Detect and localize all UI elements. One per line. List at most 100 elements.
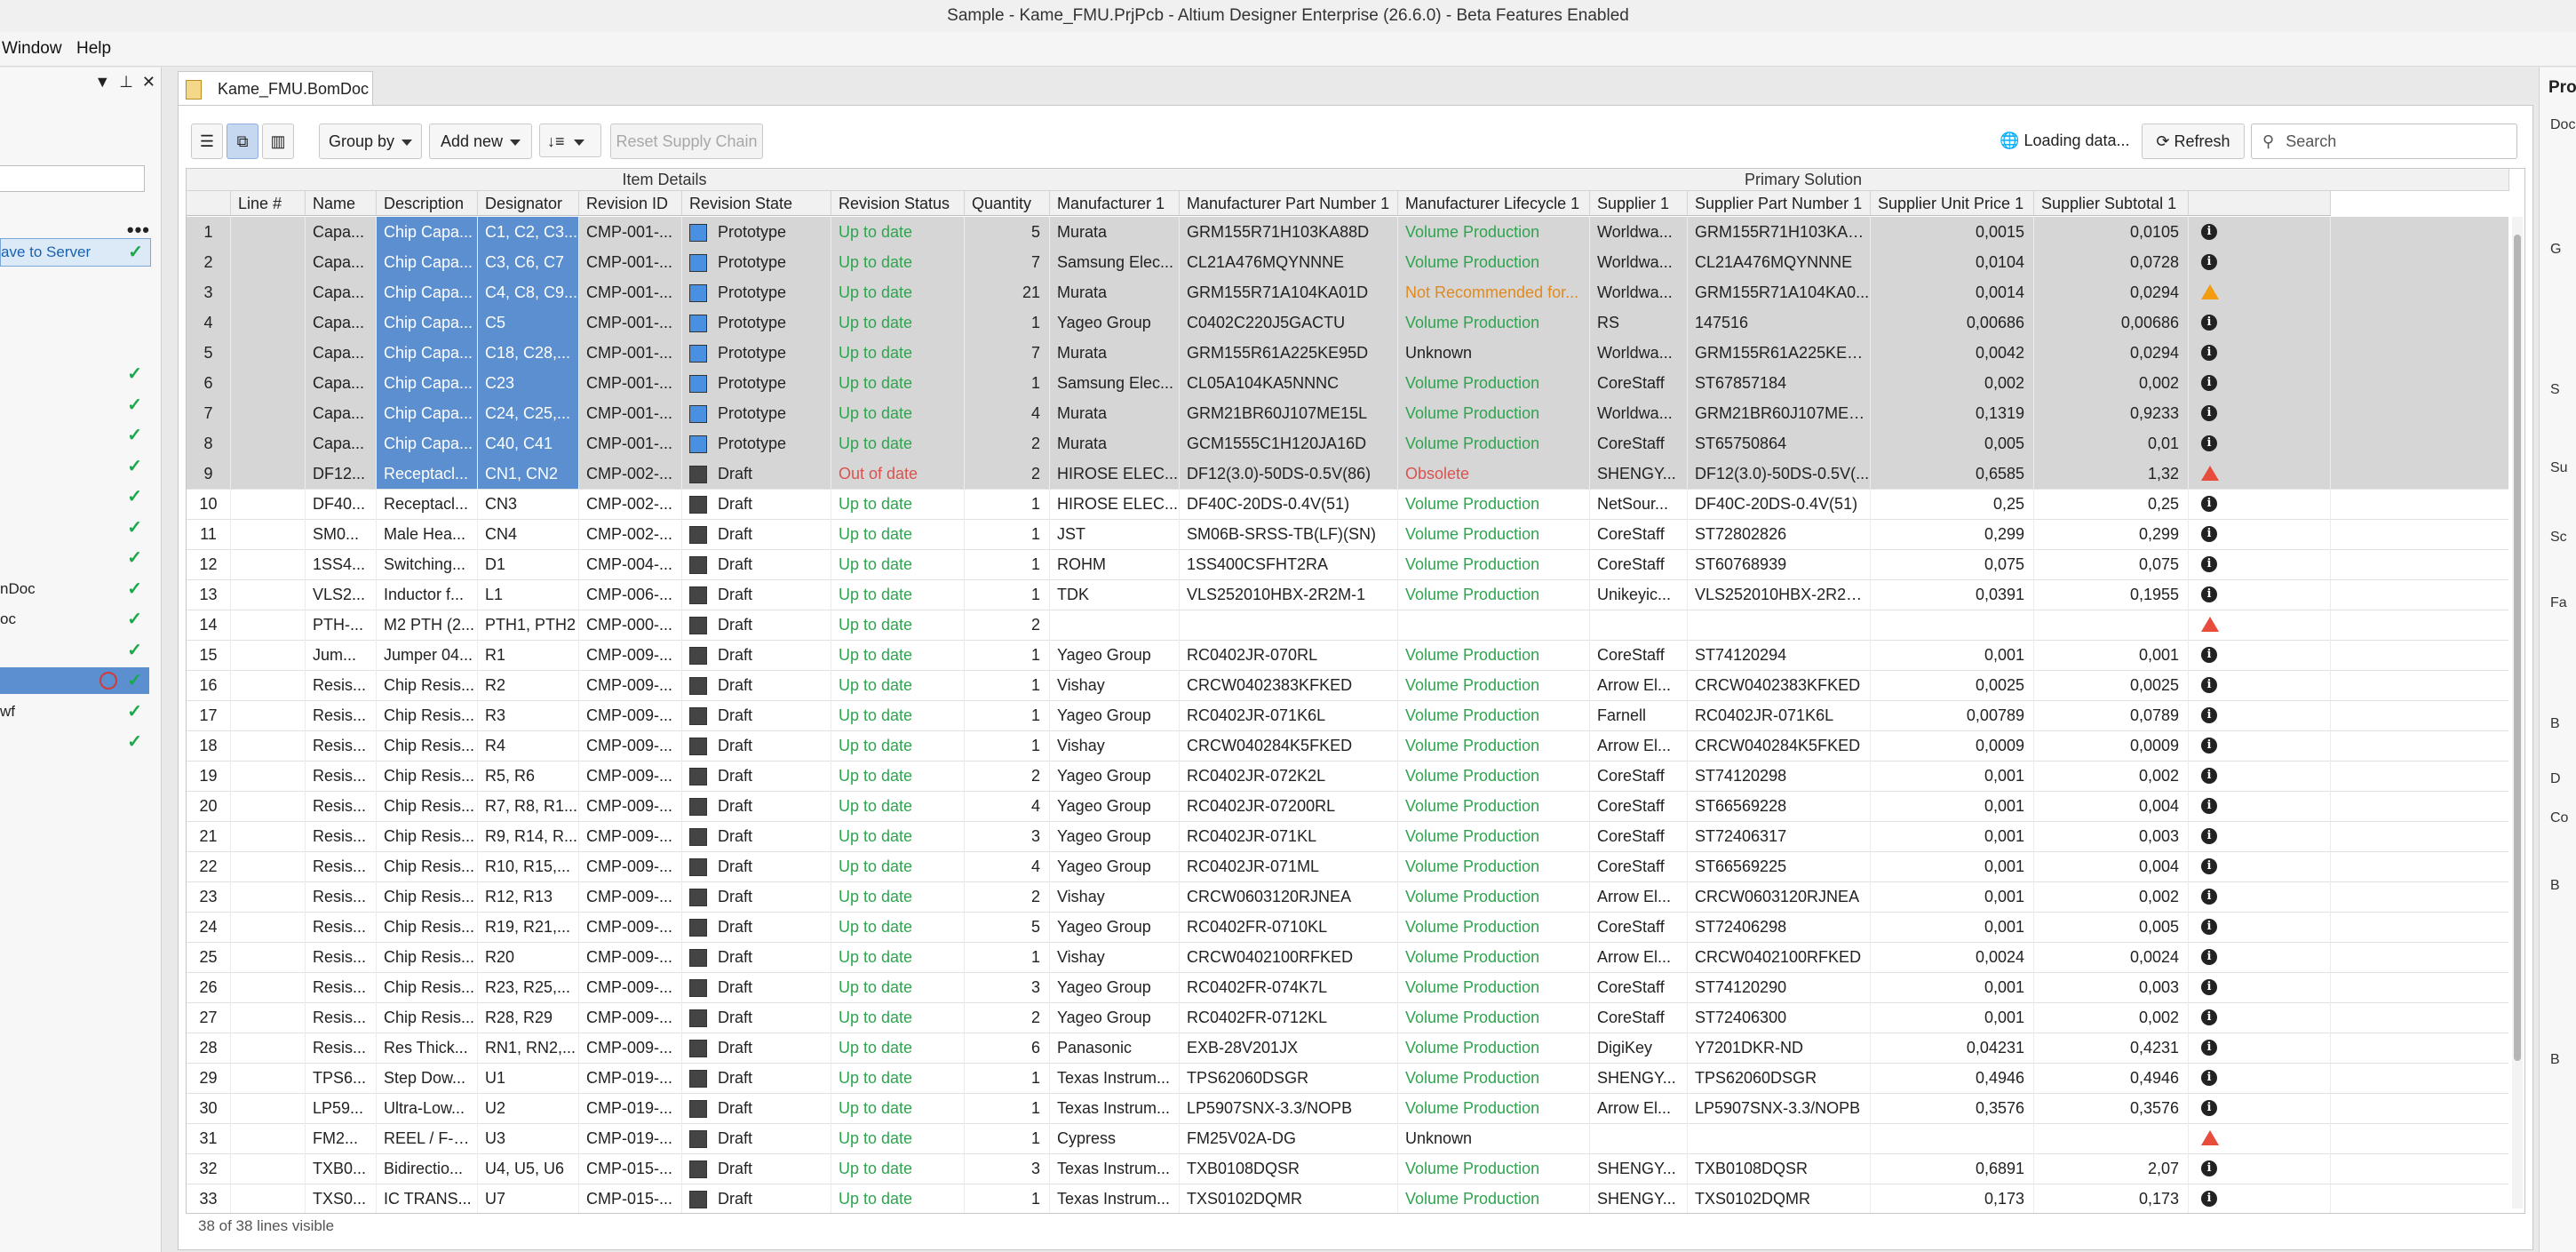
- cell-name[interactable]: FM2...: [306, 1123, 377, 1153]
- cell-price[interactable]: 0,001: [1871, 851, 2034, 881]
- cell-line[interactable]: [231, 791, 306, 821]
- cell-spn[interactable]: ST72406298: [1688, 912, 1871, 942]
- cell-sub[interactable]: 0,00686: [2034, 307, 2189, 338]
- cell-n[interactable]: 32: [187, 1153, 231, 1184]
- cell-life[interactable]: Volume Production: [1398, 217, 1590, 247]
- cell-mfr[interactable]: Panasonic: [1050, 1033, 1180, 1063]
- cell-n[interactable]: 30: [187, 1093, 231, 1123]
- cell-life[interactable]: Volume Production: [1398, 942, 1590, 972]
- cell-line[interactable]: [231, 700, 306, 730]
- cell-des[interactable]: D1: [478, 549, 579, 579]
- cell-state[interactable]: Draft: [682, 640, 831, 670]
- cell-state[interactable]: Draft: [682, 700, 831, 730]
- warning-icon[interactable]: [2201, 617, 2219, 632]
- cell-life[interactable]: Volume Production: [1398, 881, 1590, 912]
- cell-mpn[interactable]: CRCW040284K5FKED: [1180, 730, 1398, 761]
- cell-sup[interactable]: CoreStaff: [1590, 972, 1688, 1002]
- cell-desc[interactable]: Chip Capa...: [377, 247, 478, 277]
- cell-name[interactable]: Resis...: [306, 730, 377, 761]
- cell-spn[interactable]: [1688, 1123, 1871, 1153]
- cell-name[interactable]: Resis...: [306, 912, 377, 942]
- cell-desc[interactable]: Male Hea...: [377, 519, 478, 549]
- cell-n[interactable]: 16: [187, 670, 231, 700]
- list-view-button[interactable]: ☰: [191, 124, 223, 159]
- cell-line[interactable]: [231, 1184, 306, 1213]
- cell-life[interactable]: Volume Production: [1398, 1033, 1590, 1063]
- cell-status[interactable]: Up to date: [831, 368, 965, 398]
- cell-sup[interactable]: Worldwa...: [1590, 217, 1688, 247]
- refresh-button[interactable]: ⟳ Refresh: [2142, 124, 2245, 159]
- cell-name[interactable]: Resis...: [306, 1002, 377, 1033]
- cell-status[interactable]: Up to date: [831, 1033, 965, 1063]
- cell-name[interactable]: VLS2...: [306, 579, 377, 610]
- cell-sup[interactable]: [1590, 610, 1688, 640]
- cell-sub[interactable]: 0,173: [2034, 1184, 2189, 1213]
- cell-desc[interactable]: Chip Resis...: [377, 912, 478, 942]
- project-tree-item[interactable]: ✓: [0, 545, 149, 571]
- cell-state[interactable]: Draft: [682, 1093, 831, 1123]
- cell-des[interactable]: R10, R15,...: [478, 851, 579, 881]
- cell-mfr[interactable]: Texas Instrum...: [1050, 1184, 1180, 1213]
- cell-n[interactable]: 13: [187, 579, 231, 610]
- cell-line[interactable]: [231, 912, 306, 942]
- column-header[interactable]: Supplier Unit Price 1: [1871, 191, 2034, 216]
- project-tree-item[interactable]: ✓: [0, 453, 149, 480]
- cell-desc[interactable]: Jumper 04...: [377, 640, 478, 670]
- cell-sup[interactable]: Worldwa...: [1590, 338, 1688, 368]
- cell-mpn[interactable]: CRCW0603120RJNEA: [1180, 881, 1398, 912]
- table-row[interactable]: 28 Resis... Res Thick... RN1, RN2,... CMP-00…: [187, 1033, 2508, 1064]
- cell-state[interactable]: Draft: [682, 519, 831, 549]
- cell-life[interactable]: Volume Production: [1398, 670, 1590, 700]
- cell-icon[interactable]: i: [2189, 368, 2331, 398]
- warning-icon[interactable]: [2201, 284, 2219, 299]
- cell-life[interactable]: Volume Production: [1398, 730, 1590, 761]
- cell-state[interactable]: Draft: [682, 912, 831, 942]
- pin-icon[interactable]: ⊥: [119, 73, 133, 94]
- cell-spn[interactable]: DF40C-20DS-0.4V(51): [1688, 489, 1871, 519]
- cell-life[interactable]: Volume Production: [1398, 700, 1590, 730]
- table-row[interactable]: 13 VLS2... Inductor f... L1 CMP-006-... Draft…: [187, 579, 2508, 610]
- cell-life[interactable]: Not Recommended for...: [1398, 277, 1590, 307]
- cell-sup[interactable]: Arrow El...: [1590, 730, 1688, 761]
- cell-name[interactable]: DF40...: [306, 489, 377, 519]
- cell-spn[interactable]: ST60768939: [1688, 549, 1871, 579]
- cell-desc[interactable]: Chip Capa...: [377, 368, 478, 398]
- cell-sub[interactable]: 0,0105: [2034, 217, 2189, 247]
- cell-des[interactable]: C40, C41: [478, 428, 579, 459]
- cell-name[interactable]: Capa...: [306, 247, 377, 277]
- scrollbar-thumb[interactable]: [2514, 235, 2521, 1061]
- cell-sup[interactable]: CoreStaff: [1590, 791, 1688, 821]
- cell-mpn[interactable]: GRM155R71A104KA01D: [1180, 277, 1398, 307]
- cell-rev[interactable]: CMP-001-...: [579, 428, 682, 459]
- cell-sub[interactable]: 0,0024: [2034, 942, 2189, 972]
- cell-state[interactable]: Draft: [682, 821, 831, 851]
- cell-line[interactable]: [231, 761, 306, 791]
- column-header[interactable]: Supplier Subtotal 1: [2034, 191, 2189, 216]
- cell-sub[interactable]: 0,25: [2034, 489, 2189, 519]
- cell-line[interactable]: [231, 1063, 306, 1093]
- cell-n[interactable]: 23: [187, 881, 231, 912]
- cell-mpn[interactable]: RC0402JR-072K2L: [1180, 761, 1398, 791]
- cell-qty[interactable]: 6: [965, 1033, 1050, 1063]
- cell-qty[interactable]: 5: [965, 912, 1050, 942]
- cell-des[interactable]: CN3: [478, 489, 579, 519]
- cell-mpn[interactable]: EXB-28V201JX: [1180, 1033, 1398, 1063]
- cell-state[interactable]: Draft: [682, 459, 831, 489]
- cell-icon[interactable]: [2189, 277, 2331, 307]
- cell-price[interactable]: 0,0104: [1871, 247, 2034, 277]
- cell-sub[interactable]: 0,002: [2034, 881, 2189, 912]
- info-icon[interactable]: i: [2201, 405, 2217, 421]
- cell-spn[interactable]: TXS0102DQMR: [1688, 1184, 1871, 1213]
- cell-des[interactable]: R7, R8, R1...: [478, 791, 579, 821]
- info-icon[interactable]: i: [2201, 1040, 2217, 1056]
- cell-price[interactable]: 0,0042: [1871, 338, 2034, 368]
- cell-price[interactable]: 0,001: [1871, 761, 2034, 791]
- cell-sup[interactable]: Worldwa...: [1590, 277, 1688, 307]
- cell-icon[interactable]: i: [2189, 851, 2331, 881]
- cell-name[interactable]: Resis...: [306, 821, 377, 851]
- cell-sub[interactable]: [2034, 610, 2189, 640]
- cell-price[interactable]: 0,0014: [1871, 277, 2034, 307]
- cell-qty[interactable]: 4: [965, 851, 1050, 881]
- project-tree-item[interactable]: oc ✓: [0, 606, 149, 633]
- cell-des[interactable]: C4, C8, C9...: [478, 277, 579, 307]
